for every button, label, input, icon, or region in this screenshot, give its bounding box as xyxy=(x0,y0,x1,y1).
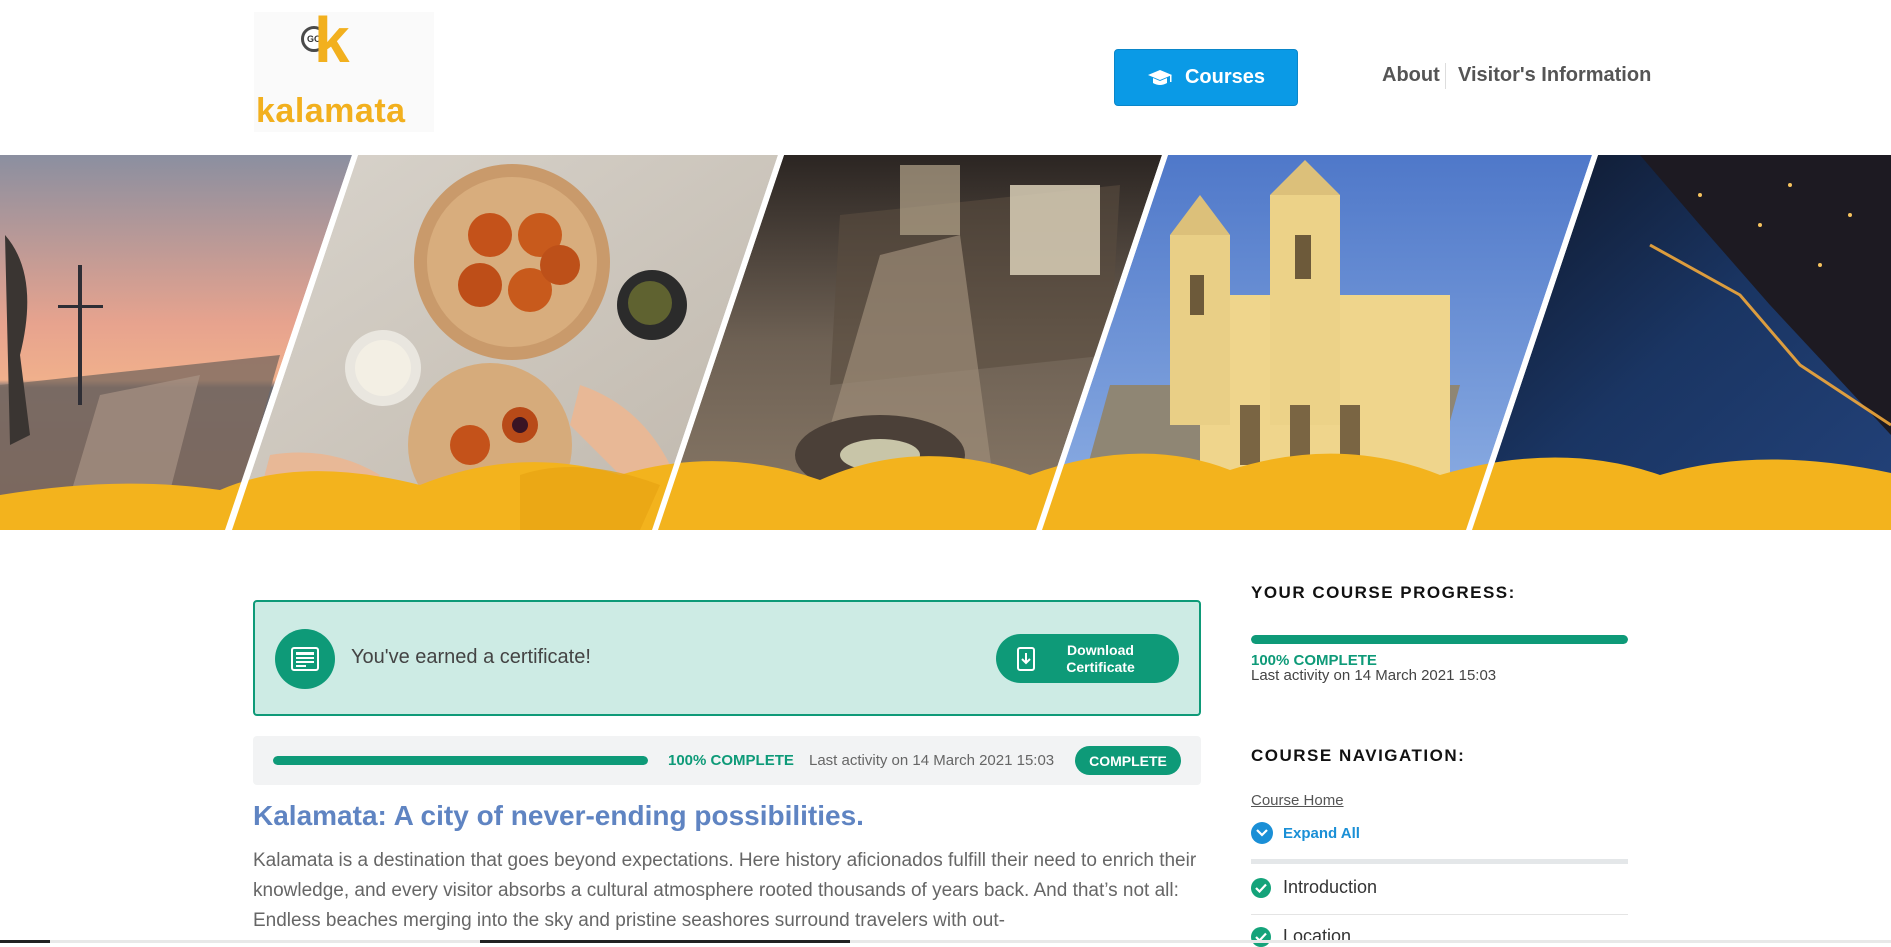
progress-percent: 100% COMPLETE xyxy=(668,752,794,769)
courses-button-label: Courses xyxy=(1184,66,1266,88)
hero-banner-collage xyxy=(0,155,1891,530)
sidebar-last-activity: Last activity on 14 March 2021 15:03 xyxy=(1251,667,1497,684)
article-body: Kalamata is a destination that goes beyo… xyxy=(253,850,1197,931)
chevron-down-icon xyxy=(1251,822,1273,844)
course-home-link[interactable]: Course Home xyxy=(1251,792,1344,809)
lesson-item-location[interactable]: Location xyxy=(1251,926,1628,947)
certificate-alert: You've earned a certificate! Download Ce… xyxy=(253,600,1201,716)
check-icon xyxy=(1251,877,1271,898)
certificate-message: You've earned a certificate! xyxy=(351,646,591,668)
progress-last-activity: Last activity on 14 March 2021 15:03 xyxy=(809,752,1055,769)
course-navigation-heading: COURSE NAVIGATION: xyxy=(1251,746,1466,765)
expand-all-button[interactable]: Expand All xyxy=(1251,822,1360,844)
lesson-label: Location xyxy=(1283,926,1352,946)
nav-about-link[interactable]: About xyxy=(1382,64,1440,87)
download-certificate-label: Download Certificate xyxy=(1036,642,1179,676)
download-label-line2: Certificate xyxy=(1066,658,1135,675)
check-icon xyxy=(1251,926,1271,947)
download-certificate-button[interactable]: Download Certificate xyxy=(996,634,1179,683)
progress-fill xyxy=(273,756,648,765)
courses-button[interactable]: Courses xyxy=(1114,49,1298,106)
navigation-separator xyxy=(1251,859,1628,864)
status-badge: COMPLETE xyxy=(1075,746,1181,775)
lesson-divider xyxy=(1251,914,1628,915)
nav-divider xyxy=(1445,63,1446,89)
sidebar-progress-fill xyxy=(1251,635,1628,644)
lesson-item-introduction[interactable]: Introduction xyxy=(1251,877,1628,898)
course-progress-heading: YOUR COURSE PROGRESS: xyxy=(1251,583,1516,602)
hero-banner xyxy=(0,155,1891,530)
course-progress-bar-row: 100% COMPLETE Last activity on 14 March … xyxy=(253,736,1201,785)
site-header: GO k kalamata Courses About Visitor's In… xyxy=(0,0,1891,155)
logo-wordmark: kalamata xyxy=(256,92,406,130)
graduation-cap-icon xyxy=(1147,69,1173,87)
download-icon xyxy=(1016,646,1036,671)
progress-track xyxy=(273,756,648,765)
download-label-line1: Download xyxy=(1067,641,1134,658)
kalamata-logo[interactable]: GO k kalamata xyxy=(254,8,434,132)
article-title: Kalamata: A city of never-ending possibi… xyxy=(253,800,864,831)
expand-all-label: Expand All xyxy=(1283,824,1360,842)
logo-k-letter: k xyxy=(314,4,350,76)
certificate-icon xyxy=(275,629,335,689)
lesson-label: Introduction xyxy=(1283,877,1378,897)
nav-visitor-info-link[interactable]: Visitor's Information xyxy=(1458,64,1651,87)
sidebar-progress-track xyxy=(1251,635,1628,644)
